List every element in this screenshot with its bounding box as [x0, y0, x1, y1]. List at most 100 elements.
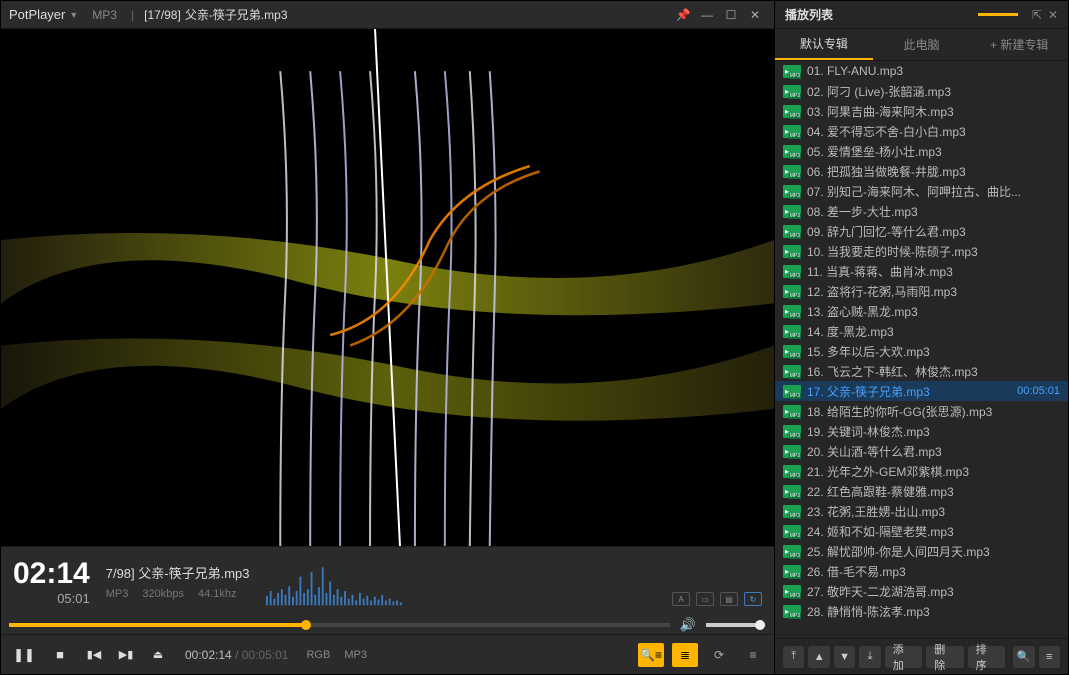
chevron-down-icon[interactable]: ▼: [69, 10, 78, 20]
playlist-menu-button[interactable]: ≡: [1039, 646, 1060, 668]
playlist-item-label: 17. 父亲-筷子兄弟.mp3: [807, 383, 1011, 400]
pause-button[interactable]: ❚❚: [9, 641, 39, 669]
mp3-icon: [783, 605, 801, 618]
playlist-item[interactable]: 11. 当真-蒋蒋、曲肖冰.mp3: [775, 261, 1068, 281]
pin-button[interactable]: 📌: [672, 4, 694, 26]
seek-knob[interactable]: [301, 620, 311, 630]
title-format: MP3: [92, 8, 117, 22]
playlist-item-label: 13. 盗心贼-黑龙.mp3: [807, 303, 1060, 320]
mp3-icon: [783, 285, 801, 298]
playlist-item[interactable]: 07. 别知己-海来阿木、阿呷拉古、曲比...: [775, 181, 1068, 201]
move-down-button[interactable]: ▼: [834, 646, 855, 668]
tab-new-album[interactable]: + 新建专辑: [970, 29, 1068, 60]
playlist-item[interactable]: 08. 差一步-大壮.mp3: [775, 201, 1068, 221]
playlist-item[interactable]: 25. 解忧邵帅-你是人间四月天.mp3: [775, 541, 1068, 561]
playlist[interactable]: 01. FLY-ANU.mp3 02. 阿刁 (Live)-张韶涵.mp3 03. …: [775, 61, 1068, 638]
playlist-item[interactable]: 15. 多年以后-大欢.mp3: [775, 341, 1068, 361]
prev-button[interactable]: ▮◀: [81, 641, 107, 669]
playlist-item[interactable]: 02. 阿刁 (Live)-张韶涵.mp3: [775, 81, 1068, 101]
delete-button[interactable]: 删除: [926, 646, 963, 668]
playlist-item[interactable]: 20. 关山酒-等什么君.mp3: [775, 441, 1068, 461]
mp3-icon: [783, 365, 801, 378]
tab-this-pc[interactable]: 此电脑: [873, 29, 971, 60]
playlist-item[interactable]: 24. 姬和不如-隔壁老樊.mp3: [775, 521, 1068, 541]
playlist-close-button[interactable]: ✕: [1048, 8, 1058, 22]
mp3-icon: [783, 565, 801, 578]
playlist-item-label: 16. 飞云之下-韩红、林俊杰.mp3: [807, 363, 1060, 380]
info-badge-x[interactable]: ▤: [720, 592, 738, 606]
visualization[interactable]: [1, 29, 774, 546]
playlist-item[interactable]: 10. 当我要走的时候-陈硕子.mp3: [775, 241, 1068, 261]
meta-format: MP3: [106, 588, 129, 600]
menu-button[interactable]: ≡: [740, 643, 766, 667]
mp3-icon: [783, 85, 801, 98]
cycle-button[interactable]: ⟳: [706, 643, 732, 667]
playlist-item[interactable]: 03. 阿果吉曲-海来阿木.mp3: [775, 101, 1068, 121]
info-badge-a[interactable]: A: [672, 592, 690, 606]
track-metadata: 7/98] 父亲-筷子兄弟.mp3 MP3 320kbps 44.1khz: [106, 553, 250, 610]
sort-button[interactable]: 排序: [968, 646, 1005, 668]
playlist-item-label: 19. 关键词-林俊杰.mp3: [807, 423, 1060, 440]
playlist-item[interactable]: 05. 爱情堡垒-杨小壮.mp3: [775, 141, 1068, 161]
separator: |: [131, 8, 134, 22]
playlist-item[interactable]: 13. 盗心贼-黑龙.mp3: [775, 301, 1068, 321]
playlist-item[interactable]: 09. 辞九门回忆-等什么君.mp3: [775, 221, 1068, 241]
tab-default-album[interactable]: 默认专辑: [775, 29, 873, 60]
playlist-item[interactable]: 01. FLY-ANU.mp3: [775, 61, 1068, 81]
playlist-pin-button[interactable]: ⇱: [1032, 8, 1042, 22]
playlist-item-label: 03. 阿果吉曲-海来阿木.mp3: [807, 103, 1060, 120]
seek-bar[interactable]: [9, 623, 670, 627]
playlist-panel: 播放列表 ⇱ ✕ 默认专辑 此电脑 + 新建专辑 01. FLY-ANU.mp3…: [775, 0, 1069, 675]
playlist-item-label: 08. 差一步-大壮.mp3: [807, 203, 1060, 220]
add-button[interactable]: 添加: [885, 646, 922, 668]
waveform[interactable]: [266, 553, 656, 610]
next-button[interactable]: ▶▮: [113, 641, 139, 669]
info-badge-hw[interactable]: ▭: [696, 592, 714, 606]
playlist-item-label: 11. 当真-蒋蒋、曲肖冰.mp3: [807, 263, 1060, 280]
playlist-item[interactable]: 06. 把孤独当做晚餐-井胧.mp3: [775, 161, 1068, 181]
playlist-item[interactable]: 17. 父亲-筷子兄弟.mp300:05:01: [775, 381, 1068, 401]
playlist-item-label: 25. 解忧邵帅-你是人间四月天.mp3: [807, 543, 1060, 560]
search-list-button[interactable]: 🔍≡: [638, 643, 664, 667]
playlist-item[interactable]: 22. 红色高跟鞋-蔡健雅.mp3: [775, 481, 1068, 501]
titlebar[interactable]: PotPlayer ▼ MP3 | [17/98]父亲-筷子兄弟.mp3 📌 —…: [1, 1, 774, 29]
playlist-item-label: 02. 阿刁 (Live)-张韶涵.mp3: [807, 83, 1060, 100]
playlist-item-label: 09. 辞九门回忆-等什么君.mp3: [807, 223, 1060, 240]
playlist-item-label: 23. 花粥,王胜娚-出山.mp3: [807, 503, 1060, 520]
volume-bar[interactable]: [706, 623, 766, 627]
tag-rgb: RGB: [306, 649, 330, 661]
playlist-toggle-button[interactable]: ≣: [672, 643, 698, 667]
mp3-icon: [783, 205, 801, 218]
stop-button[interactable]: ■: [45, 641, 75, 669]
playlist-item[interactable]: 26. 借-毛不易.mp3: [775, 561, 1068, 581]
mp3-icon: [783, 225, 801, 238]
current-time-large: 02:14: [13, 557, 90, 591]
maximize-button[interactable]: ☐: [720, 4, 742, 26]
minimize-button[interactable]: —: [696, 4, 718, 26]
playlist-item[interactable]: 04. 爱不得忘不舍-白小白.mp3: [775, 121, 1068, 141]
move-bottom-button[interactable]: ⤓: [859, 646, 880, 668]
playlist-item[interactable]: 27. 敬昨天-二龙湖浩哥.mp3: [775, 581, 1068, 601]
volume-knob[interactable]: [755, 620, 765, 630]
eject-button[interactable]: ⏏: [145, 641, 171, 669]
mp3-icon: [783, 585, 801, 598]
playlist-search-button[interactable]: 🔍: [1013, 646, 1034, 668]
move-top-button[interactable]: ⤒: [783, 646, 804, 668]
control-bar: ❚❚ ■ ▮◀ ▶▮ ⏏ 00:02:14 / 00:05:01 RGB MP3…: [1, 634, 774, 674]
total-time-large: 05:01: [13, 591, 90, 606]
playlist-item[interactable]: 14. 度-黑龙.mp3: [775, 321, 1068, 341]
mp3-icon: [783, 125, 801, 138]
playlist-item[interactable]: 19. 关键词-林俊杰.mp3: [775, 421, 1068, 441]
playlist-item[interactable]: 21. 光年之外-GEM邓紫棋.mp3: [775, 461, 1068, 481]
playlist-item[interactable]: 18. 给陌生的你听-GG(张思源).mp3: [775, 401, 1068, 421]
playlist-item[interactable]: 12. 盗将行-花粥,马雨阳.mp3: [775, 281, 1068, 301]
volume-icon[interactable]: 🔊: [680, 617, 696, 633]
playlist-item-label: 12. 盗将行-花粥,马雨阳.mp3: [807, 283, 1060, 300]
playlist-item[interactable]: 23. 花粥,王胜娚-出山.mp3: [775, 501, 1068, 521]
info-badge-rotate[interactable]: ↻: [744, 592, 762, 606]
app-name[interactable]: PotPlayer: [9, 7, 65, 22]
move-up-button[interactable]: ▲: [808, 646, 829, 668]
playlist-item[interactable]: 28. 静悄悄-陈泫孝.mp3: [775, 601, 1068, 621]
close-button[interactable]: ✕: [744, 4, 766, 26]
playlist-item[interactable]: 16. 飞云之下-韩红、林俊杰.mp3: [775, 361, 1068, 381]
